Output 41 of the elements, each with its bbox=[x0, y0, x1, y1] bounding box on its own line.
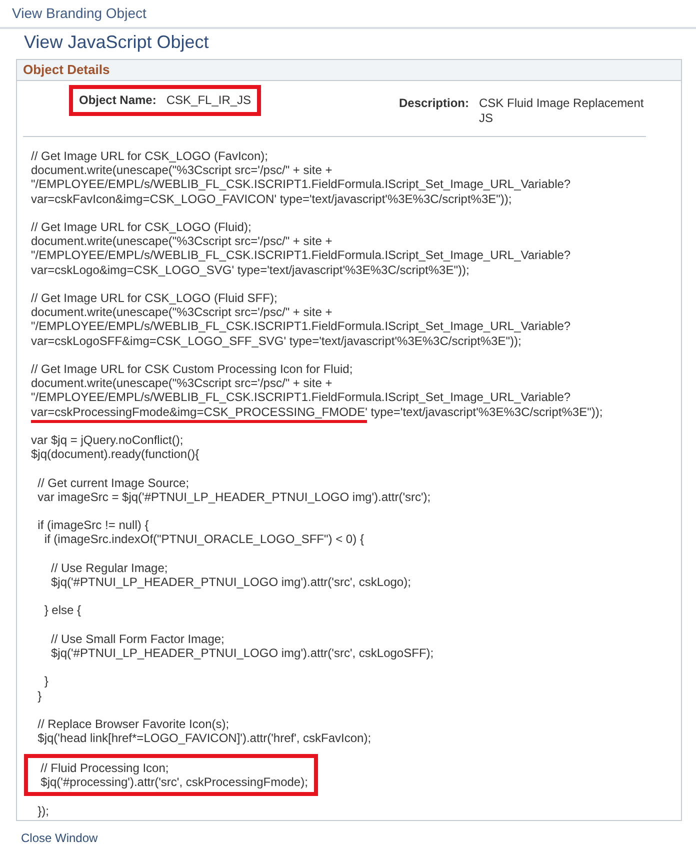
panel-title: Object Details bbox=[17, 60, 681, 81]
page-header: View Branding Object bbox=[0, 0, 696, 29]
field-value: CSK_FL_IR_JS bbox=[166, 93, 252, 108]
code-line: $jq('#PTNUI_LP_HEADER_PTNUI_LOGO img').attr('src', cskLogoSFF); bbox=[50, 646, 434, 660]
code-line: "/EMPLOYEE/EMPL/s/WEBLIB_FL_CSK.ISCRIPT1.FieldFormula.IScript_Set_Image_URL_Variable? bbox=[31, 248, 571, 263]
code-line: }); bbox=[36, 804, 50, 818]
code-line: if (imageSrc.indexOf("PTNUI_ORACLE_LOGO_SFF") < 0) { bbox=[43, 532, 364, 547]
code-line: $jq('head link[href*=LOGO_FAVICON]').attr('href', cskFavIcon); bbox=[36, 731, 372, 746]
page-title: View JavaScript Object bbox=[24, 32, 210, 53]
code-line: // Fluid Processing Icon; bbox=[40, 760, 170, 775]
code-line: // Use Regular Image; bbox=[50, 560, 169, 575]
code-line: var=cskFavIcon&img=CSK_LOGO_FAVICON' type='text/javascript'%3E%3C/script%3E")); bbox=[31, 192, 513, 206]
code-line: } bbox=[36, 688, 43, 703]
code-line: // Get Image URL for CSK_LOGO (Fluid); bbox=[31, 220, 252, 234]
code-line: // Get Image URL for CSK_LOGO (FavIcon); bbox=[31, 149, 269, 164]
code-line: "/EMPLOYEE/EMPL/s/WEBLIB_FL_CSK.ISCRIPT1.FieldFormula.IScript_Set_Image_URL_Variable? bbox=[31, 319, 571, 334]
code-line: document.write(unescape("%3Cscript src='/psc/" + site + bbox=[31, 376, 334, 390]
field-value: CSK Fluid Image Replacement JS bbox=[479, 96, 645, 126]
code-line: } else { bbox=[43, 603, 82, 618]
code-line: // Get current Image Source; bbox=[36, 476, 190, 490]
code-line: document.write(unescape("%3Cscript src='/psc/" + site + bbox=[31, 234, 334, 248]
field-label: Object Name: bbox=[79, 93, 156, 107]
code-line: // Use Small Form Factor Image; bbox=[50, 632, 226, 646]
code-line: "/EMPLOYEE/EMPL/s/WEBLIB_FL_CSK.ISCRIPT1.FieldFormula.IScript_Set_Image_URL_Variable? bbox=[31, 390, 572, 405]
code-line: // Get Image URL for CSK_LOGO (Fluid SFF); bbox=[31, 291, 278, 306]
code-line: var=cskLogo&img=CSK_LOGO_SVG' type='text/javascript'%3E%3C/script%3E")); bbox=[31, 262, 470, 277]
code-line: var=cskLogoSFF&img=CSK_LOGO_SFF_SVG' type='text/javascript'%3E%3C/script%3E")); bbox=[31, 334, 522, 348]
code-line: document.write(unescape("%3Cscript src='/psc/" + site + bbox=[31, 305, 334, 320]
code-line: $jq('#processing').attr('src', cskProcessingFmode); bbox=[40, 774, 308, 789]
code-line: if (imageSrc != null) { bbox=[36, 518, 150, 532]
code-line: $jq('#PTNUI_LP_HEADER_PTNUI_LOGO img').attr('src', cskLogo); bbox=[50, 574, 411, 590]
code-line: } bbox=[43, 674, 48, 689]
code-line: document.write(unescape("%3Cscript src='/psc/" + site + bbox=[31, 163, 334, 178]
code-line: $jq(document).ready(function(){ bbox=[31, 447, 200, 462]
code-line: "/EMPLOYEE/EMPL/s/WEBLIB_FL_CSK.ISCRIPT1.FieldFormula.IScript_Set_Image_URL_Variable? bbox=[31, 177, 571, 192]
code-line: // Replace Browser Favorite Icon(s); bbox=[36, 716, 230, 732]
field-label: Description: bbox=[398, 96, 469, 110]
code-line: var $jq = jQuery.noConflict(); bbox=[31, 433, 184, 448]
code-line: var imageSrc = $jq('#PTNUI_LP_HEADER_PTNUI_LOGO img').attr('src'); bbox=[36, 490, 431, 504]
code-line: // Get Image URL for CSK Custom Processing Icon for Fluid; bbox=[31, 362, 354, 376]
close-window-link[interactable]: Close Window bbox=[21, 831, 98, 846]
